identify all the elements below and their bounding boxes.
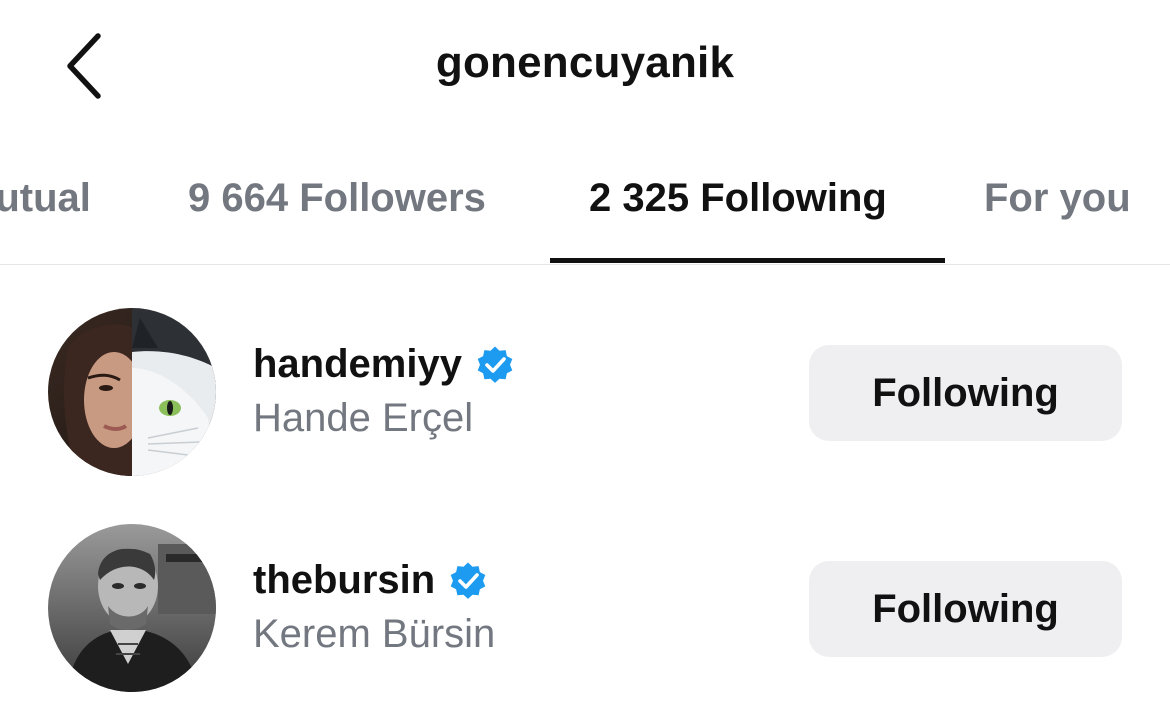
username-link[interactable]: handemiyy — [253, 338, 516, 390]
full-name: Hande Erçel — [253, 396, 474, 440]
username-link[interactable]: thebursin — [253, 554, 489, 606]
avatar[interactable] — [48, 524, 216, 692]
full-name: Kerem Bürsin — [253, 612, 496, 656]
tab-following[interactable]: 2 325 Following — [589, 176, 887, 221]
page-title: gonencuyanik — [435, 38, 735, 87]
tab-followers[interactable]: 9 664 Followers — [188, 176, 486, 221]
following-button[interactable]: Following — [809, 561, 1122, 657]
username: thebursin — [253, 557, 436, 602]
avatar[interactable] — [48, 308, 216, 476]
list-item: thebursin Kerem Bürsin Following — [0, 518, 1170, 698]
following-button[interactable]: Following — [809, 345, 1122, 441]
tab-mutual[interactable]: Mutual — [0, 176, 91, 221]
active-tab-indicator — [550, 258, 945, 263]
verified-badge-icon — [474, 343, 516, 385]
header: gonencuyanik — [0, 0, 1170, 140]
verified-badge-icon — [447, 559, 489, 601]
username: handemiyy — [253, 341, 462, 386]
list-item: handemiyy Hande Erçel Following — [0, 302, 1170, 482]
tab-for-you[interactable]: For you — [984, 176, 1131, 221]
tab-bar: Mutual 9 664 Followers 2 325 Following F… — [0, 140, 1170, 265]
